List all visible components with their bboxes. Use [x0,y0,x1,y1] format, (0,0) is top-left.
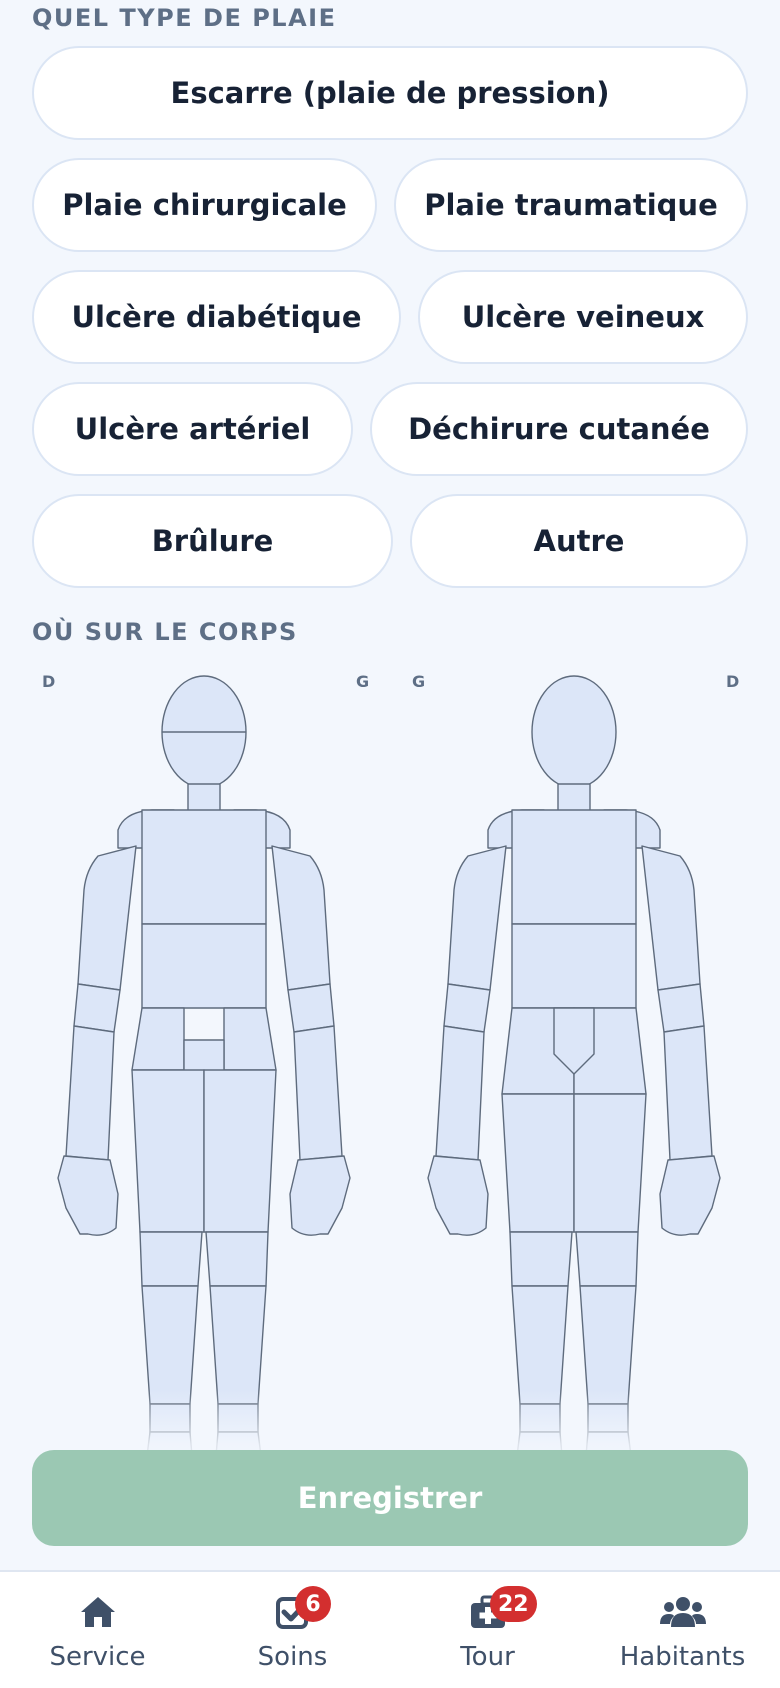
front-neck[interactable] [187,783,221,813]
back-left-thigh[interactable] [501,1093,575,1233]
wound-option-arteriel[interactable]: Ulcère artériel [32,382,353,476]
front-right-forearm[interactable] [73,983,121,1033]
back-head[interactable] [531,675,617,789]
back-right-arm-upper[interactable] [641,845,701,991]
wound-option-diabetique[interactable]: Ulcère diabétique [32,270,401,364]
nav-item-tour[interactable]: 22 Tour [390,1572,585,1688]
soins-badge: 6 [295,1586,331,1622]
body-back-diagram[interactable] [414,660,734,1480]
home-icon [79,1594,117,1630]
front-chest[interactable] [141,809,267,925]
back-lower-back[interactable] [511,923,637,1009]
front-left-thigh[interactable] [203,1069,277,1233]
nav-item-service[interactable]: Service [0,1572,195,1688]
front-right-hip[interactable] [131,1007,185,1071]
back-left-arm-upper[interactable] [447,845,507,991]
front-right-arm-lower[interactable] [65,1025,115,1161]
front-left-arm-lower[interactable] [293,1025,343,1161]
front-right-leg[interactable] [141,1285,199,1405]
wound-option-veineux[interactable]: Ulcère veineux [418,270,748,364]
nav-label-tour: Tour [460,1642,515,1672]
back-right-arm-lower[interactable] [663,1025,713,1161]
wound-option-autre[interactable]: Autre [410,494,748,588]
wound-option-brulure[interactable]: Brûlure [32,494,393,588]
front-right-hand[interactable] [57,1155,119,1236]
back-right-elbow[interactable] [657,983,705,1033]
wound-option-dechirure[interactable]: Déchirure cutanée [370,382,748,476]
front-left-leg[interactable] [209,1285,267,1405]
wound-type-title: QUEL TYPE DE PLAIE [32,4,337,32]
wound-option-chirurgicale[interactable]: Plaie chirurgicale [32,158,377,252]
front-left-arm-upper[interactable] [271,845,331,991]
tour-badge: 22 [490,1586,537,1622]
nav-label-service: Service [49,1642,146,1672]
bottom-nav: Service 6 Soins 22 Tour Habitants [0,1570,780,1688]
back-right-knee[interactable] [575,1231,639,1287]
back-upper-back[interactable] [511,809,637,925]
wound-option-escarre[interactable]: Escarre (plaie de pression) [32,46,748,140]
back-right-thigh[interactable] [573,1093,647,1233]
back-left-arm-lower[interactable] [435,1025,485,1161]
front-abdomen[interactable] [141,923,267,1009]
front-left-forearm[interactable] [287,983,335,1033]
users-icon [660,1594,706,1630]
nav-label-habitants: Habitants [619,1642,746,1672]
back-right-calf[interactable] [579,1285,637,1405]
back-left-calf[interactable] [511,1285,569,1405]
back-neck[interactable] [557,783,591,813]
front-left-hand[interactable] [289,1155,351,1236]
front-right-knee[interactable] [139,1231,203,1287]
nav-label-soins: Soins [257,1642,328,1672]
body-front-diagram[interactable] [44,660,364,1480]
nav-item-soins[interactable]: 6 Soins [195,1572,390,1688]
body-location-title: OÙ SUR LE CORPS [32,618,298,646]
front-left-knee[interactable] [205,1231,269,1287]
front-right-arm-upper[interactable] [77,845,137,991]
save-button[interactable]: Enregistrer [32,1450,748,1546]
back-right-hand[interactable] [659,1155,721,1236]
front-left-hip[interactable] [223,1007,277,1071]
wound-option-traumatique[interactable]: Plaie traumatique [394,158,748,252]
nav-item-habitants[interactable]: Habitants [585,1572,780,1688]
back-left-hand[interactable] [427,1155,489,1236]
back-left-elbow[interactable] [443,983,491,1033]
front-right-thigh[interactable] [131,1069,205,1233]
back-left-knee[interactable] [509,1231,573,1287]
